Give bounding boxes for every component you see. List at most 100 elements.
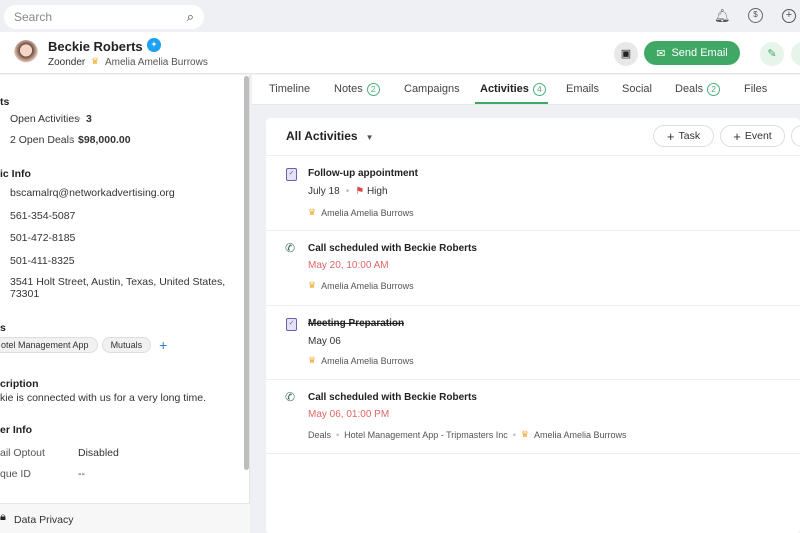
tags-list: otel Management App Mutuals + (0, 337, 167, 353)
task-label: Task (678, 130, 701, 142)
activity-title[interactable]: Meeting Preparation (308, 318, 404, 329)
add-task-button[interactable]: + Task (653, 125, 714, 147)
unique-id-label: que ID (0, 468, 31, 480)
email-optout-value: Disabled (78, 447, 119, 459)
send-email-label: Send Email (671, 47, 728, 59)
mobile-value[interactable]: 501-472-8185 (10, 232, 75, 244)
tab-deals[interactable]: Deals 2 (675, 83, 721, 96)
tag[interactable]: otel Management App (0, 337, 98, 353)
filter-label: All Activities (286, 129, 358, 143)
twitter-icon[interactable]: ✦ (147, 38, 161, 52)
crown-icon: ♛ (520, 429, 529, 439)
crown-icon: ♛ (308, 207, 317, 217)
count-badge: 2 (366, 83, 380, 96)
activity-title[interactable]: Call scheduled with Beckie Roberts (308, 243, 477, 254)
activity-date: July 18 (308, 186, 340, 197)
tab-label: Notes (334, 83, 363, 95)
screen-share-icon[interactable]: ▣ (614, 42, 638, 66)
lock-icon: 🔒︎ (0, 511, 6, 523)
contact-owner[interactable]: Amelia Amelia Burrows (105, 57, 208, 68)
owner-name[interactable]: Amelia Amelia Burrows (321, 356, 414, 366)
task-icon: ✓ (286, 318, 297, 331)
activity-title[interactable]: Call scheduled with Beckie Roberts (308, 392, 477, 403)
event-label: Event (744, 130, 772, 142)
open-activities-value: 3 (86, 113, 92, 125)
activity-date: May 20, 10:00 AM (308, 260, 389, 271)
tab-label: Activities (480, 83, 529, 95)
tab-files[interactable]: Files (744, 83, 767, 95)
search-icon[interactable]: ⌕ (187, 9, 194, 25)
activity-related: Deals • Hotel Management App - Tripmasters… (308, 429, 627, 440)
add-circle-icon[interactable]: + (782, 9, 796, 23)
activity-date-priority: July 18 • ⚑ High (308, 186, 388, 197)
tab-timeline[interactable]: Timeline (269, 83, 310, 95)
email-optout-label: ail Optout (0, 447, 45, 459)
search-input[interactable]: Search ⌕ (4, 5, 204, 29)
open-activities-label[interactable]: Open Activities (10, 113, 79, 125)
phone-icon: ✆ (285, 390, 296, 404)
add-tag-icon[interactable]: + (159, 337, 167, 353)
insights-heading: ts (0, 96, 10, 108)
task-icon: ✓ (286, 168, 297, 181)
tab-social[interactable]: Social (622, 83, 652, 95)
activity-owner: ♛ Amelia Amelia Burrows (308, 355, 414, 366)
tag[interactable]: Mutuals (101, 337, 152, 353)
owner-name[interactable]: Amelia Amelia Burrows (321, 281, 414, 291)
bell-icon[interactable]: 🔔︎ (714, 8, 731, 24)
priority: High (366, 186, 388, 197)
work-phone-value[interactable]: 501-411-8325 (10, 255, 75, 267)
deals-coin-icon[interactable]: $ (748, 8, 763, 23)
activity-item[interactable]: ✓ Meeting Preparation May 06 ♛ Amelia Ame… (266, 306, 800, 380)
avatar (14, 40, 38, 66)
left-scrollbar[interactable] (244, 76, 249, 470)
email-value[interactable]: bscamalrq@networkadvertising.org (10, 187, 175, 199)
count-badge: 4 (532, 83, 546, 96)
activity-date: May 06, 01:00 PM (308, 409, 390, 420)
owner-name[interactable]: Amelia Amelia Burrows (321, 208, 414, 218)
other-info-heading: er Info (0, 424, 33, 436)
priority-flag-icon: ⚑ (355, 186, 365, 197)
plus-icon: + (733, 128, 741, 144)
tab-activities[interactable]: Activities 4 (480, 83, 546, 96)
contact-company[interactable]: Zoonder (48, 57, 85, 68)
activities-card: All Activities ▼ + Task + Event ✓ Follow-up… (266, 118, 800, 533)
activity-item[interactable]: ✓ Follow-up appointment July 18 • ⚑ High ♛… (266, 156, 800, 231)
separator-dot: • (69, 134, 73, 146)
open-deals-value: $98,000.00 (78, 134, 131, 146)
activity-item[interactable]: ✆ Call scheduled with Beckie Roberts May… (266, 380, 800, 454)
tab-label: Deals (675, 83, 704, 95)
edit-icon[interactable]: ✎ (760, 42, 784, 66)
add-event-button[interactable]: + Event (720, 125, 785, 147)
open-deals-label[interactable]: 2 Open Deals (10, 134, 74, 146)
search-placeholder: Search (14, 10, 53, 24)
tab-notes[interactable]: Notes 2 (334, 83, 380, 96)
add-call-button[interactable] (791, 125, 800, 147)
owner-crown-icon: ♛ (91, 56, 100, 66)
related-module: Deals (308, 429, 332, 440)
owner-name[interactable]: Amelia Amelia Burrows (534, 430, 627, 440)
tab-campaigns[interactable]: Campaigns (404, 83, 460, 95)
address-line1: 3541 Holt Street, Austin, Texas, United … (10, 276, 226, 288)
activity-filter-dropdown[interactable]: All Activities ▼ (286, 129, 374, 143)
crown-icon: ♛ (308, 355, 317, 365)
data-privacy-link[interactable]: Data Privacy (14, 514, 74, 526)
tab-label: Files (744, 83, 768, 95)
tab-label: Social (622, 83, 652, 95)
tab-bar: Timeline Notes 2 Campaigns Activities 4 Em… (252, 75, 800, 105)
address-line2: 73301 (10, 288, 40, 300)
description-value: kie is connected with us for a very long… (0, 392, 207, 404)
tab-label: Campaigns (404, 83, 460, 95)
related-deal[interactable]: Hotel Management App - Tripmasters Inc (344, 430, 508, 440)
phone-value[interactable]: 561-354-5087 (10, 210, 75, 222)
basic-info-heading: ic Info (0, 168, 31, 180)
description-heading: cription (0, 378, 39, 390)
tab-label: Emails (566, 83, 600, 95)
send-email-button[interactable]: ✉ Send Email (644, 41, 740, 65)
caret-down-icon: ▼ (365, 133, 374, 142)
activity-title[interactable]: Follow-up appointment (308, 168, 418, 179)
tab-emails[interactable]: Emails (566, 83, 599, 95)
activity-owner: ♛ Amelia Amelia Burrows (308, 207, 414, 218)
activity-item[interactable]: ✆ Call scheduled with Beckie Roberts May… (266, 231, 800, 306)
count-badge: 2 (707, 83, 721, 96)
tags-heading: s (0, 322, 6, 334)
